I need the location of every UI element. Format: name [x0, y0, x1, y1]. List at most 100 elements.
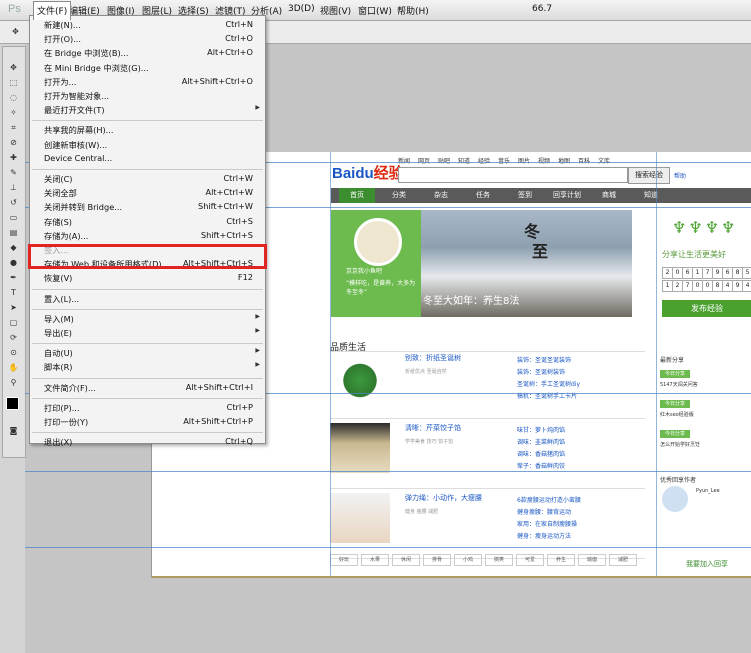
tag-chip[interactable]: 好玩 — [330, 554, 358, 566]
related-link[interactable]: 健身瘦腰：腰背运动 — [517, 507, 571, 516]
type-tool-icon[interactable]: T — [6, 287, 21, 298]
baidu-search-button[interactable]: 搜索经验 — [628, 167, 670, 184]
tag-chip[interactable]: 可爱 — [516, 554, 544, 566]
baidu-help-link[interactable]: 帮助 — [674, 171, 686, 180]
item-title[interactable]: 弹力绳：小动作，大瘦腰 — [405, 493, 482, 503]
related-link[interactable]: 装饰：圣诞树装饰 — [517, 367, 565, 376]
item-title[interactable]: 清晰：芹菜饺子馅 — [405, 423, 461, 433]
move-tool-icon[interactable]: ✥ — [8, 26, 23, 37]
related-link[interactable]: 圣诞树：手工圣诞树diy — [517, 379, 580, 388]
side-text[interactable]: 怎么开始学好烹饪 — [660, 441, 700, 448]
baidu-nav-link[interactable]: 地图 — [558, 156, 570, 165]
side-text[interactable]: 红木seo经验版 — [660, 411, 694, 418]
file-menu-item[interactable]: 存储(S) Ctrl+S — [30, 215, 265, 228]
baidu-nav-link[interactable]: 百科 — [578, 156, 590, 165]
marquee-tool-icon[interactable]: ⬚ — [6, 77, 21, 88]
menu-3d[interactable]: 3D(D) — [288, 4, 315, 14]
related-link[interactable]: 装饰：圣诞圣诞装饰 — [517, 355, 571, 364]
pen-tool-icon[interactable]: ✒ — [6, 272, 21, 283]
file-menu-item[interactable]: 关闭全部 Alt+Ctrl+W — [30, 186, 265, 199]
gradient-tool-icon[interactable]: ▤ — [6, 227, 21, 238]
user-avatar[interactable] — [354, 218, 402, 266]
menu-window[interactable]: 窗口(W) — [358, 4, 392, 17]
baidu-nav-link[interactable]: 音乐 — [498, 156, 510, 165]
baidu-tab[interactable]: 签到 — [507, 190, 543, 201]
3d-rotate-icon[interactable]: ⟳ — [6, 332, 21, 343]
tag-chip[interactable]: 瑜伽 — [578, 554, 606, 566]
related-link[interactable]: 调味：香菇猪肉馅 — [517, 449, 565, 458]
baidu-nav-link[interactable]: 文库 — [598, 156, 610, 165]
baidu-tab[interactable]: 杂志 — [423, 190, 459, 201]
baidu-tab[interactable]: 分类 — [381, 190, 417, 201]
file-menu-item[interactable]: 关闭并转到 Bridge... Shift+Ctrl+W — [30, 200, 265, 213]
tag-chip[interactable]: 小鸡 — [454, 554, 482, 566]
baidu-nav-link[interactable]: 网页 — [418, 156, 430, 165]
related-link[interactable]: 健身：瘦身运动方法 — [517, 531, 571, 540]
banner-caption[interactable]: 冬至大如年：养生8法 — [423, 292, 519, 307]
tag-chip[interactable]: 水果 — [361, 554, 389, 566]
baidu-nav-link[interactable]: 经验 — [478, 156, 490, 165]
shape-tool-icon[interactable]: ▢ — [6, 317, 21, 328]
healing-brush-icon[interactable]: ✚ — [6, 152, 21, 163]
baidu-nav-link[interactable]: 视频 — [538, 156, 550, 165]
author-avatar[interactable] — [662, 486, 688, 512]
related-link[interactable]: 味甘：萝卜炖肉馅 — [517, 425, 565, 434]
file-menu-item[interactable]: 打开(O)... Ctrl+O — [30, 32, 265, 45]
path-select-icon[interactable]: ➤ — [6, 302, 21, 313]
item-thumbnail[interactable] — [330, 353, 390, 403]
related-link[interactable]: 家用：在家自制瘦腰操 — [517, 519, 577, 528]
baidu-tab[interactable]: 任务 — [465, 190, 501, 201]
file-menu-item[interactable]: 脚本(R) ▶ — [30, 360, 265, 373]
related-link[interactable]: 荤子：香菇鲜肉饺 — [517, 461, 565, 470]
file-menu-item[interactable]: 恢复(V) F12 — [30, 271, 265, 284]
tag-chip[interactable]: 排骨 — [423, 554, 451, 566]
lasso-tool-icon[interactable]: ◌ — [6, 92, 21, 103]
item-title[interactable]: 别致：折纸圣诞树 — [405, 353, 461, 363]
file-menu-item[interactable]: 打印(P)... Ctrl+P — [30, 401, 265, 414]
file-menu-item[interactable]: 置入(L)... — [30, 292, 265, 305]
publish-button[interactable]: 发布经验 — [662, 300, 751, 317]
join-link[interactable]: 我要加入回享 — [686, 559, 728, 569]
item-thumbnail[interactable] — [330, 423, 390, 473]
menu-file[interactable]: 文件(F) — [33, 1, 72, 20]
move-tool-icon[interactable]: ✥ — [6, 62, 21, 73]
quick-mask-icon[interactable]: ◙ — [6, 425, 21, 436]
file-menu-item[interactable]: 打印一份(Y) Alt+Shift+Ctrl+P — [30, 415, 265, 428]
baidu-tab[interactable]: 首页 — [339, 188, 375, 203]
brush-tool-icon[interactable]: ✎ — [6, 167, 21, 178]
zoom-level[interactable]: 66.7 — [532, 4, 552, 14]
crop-tool-icon[interactable]: ⌗ — [6, 122, 21, 133]
file-menu-item[interactable]: 最近打开文件(T) ▶ — [30, 103, 265, 116]
baidu-tab[interactable]: 回享计划 — [549, 190, 585, 201]
file-menu-item[interactable]: Device Central... — [30, 152, 265, 165]
file-menu-item[interactable]: 退出(X) Ctrl+Q — [30, 435, 265, 448]
eyedropper-icon[interactable]: ⊘ — [6, 137, 21, 148]
file-menu-item[interactable]: 自动(U) ▶ — [30, 346, 265, 359]
blur-tool-icon[interactable]: ◆ — [6, 242, 21, 253]
author-name[interactable]: Pyun_Lee — [696, 488, 720, 494]
history-brush-icon[interactable]: ↺ — [6, 197, 21, 208]
file-menu-item[interactable]: 共享我的屏幕(H)... — [30, 123, 265, 136]
baidu-tab[interactable]: 知道 — [633, 190, 669, 201]
baidu-nav-link[interactable]: 知道 — [458, 156, 470, 165]
3d-camera-icon[interactable]: ⊙ — [6, 347, 21, 358]
file-menu-item[interactable]: 在 Bridge 中浏览(B)... Alt+Ctrl+O — [30, 46, 265, 59]
file-menu-item[interactable]: 存储为(A)... Shift+Ctrl+S — [30, 229, 265, 242]
menu-help[interactable]: 帮助(H) — [397, 4, 429, 17]
file-menu-item[interactable]: 导入(M) ▶ — [30, 312, 265, 325]
file-menu-item[interactable]: 在 Mini Bridge 中浏览(G)... — [30, 61, 265, 74]
tag-chip[interactable]: 休闲 — [392, 554, 420, 566]
menu-view[interactable]: 视图(V) — [320, 4, 351, 17]
file-menu-item[interactable]: 打开为智能对象... — [30, 89, 265, 102]
item-thumbnail[interactable] — [330, 493, 390, 543]
baidu-tab[interactable]: 商城 — [591, 190, 627, 201]
file-menu-item[interactable]: 打开为... Alt+Shift+Ctrl+O — [30, 75, 265, 88]
file-menu-item[interactable]: 导出(E) ▶ — [30, 326, 265, 339]
zoom-tool-icon[interactable]: ⚲ — [6, 377, 21, 388]
related-link[interactable]: 调味：韭菜鲜肉馅 — [517, 437, 565, 446]
related-link[interactable]: 6款瘦腰运动打造小蛮腰 — [517, 495, 581, 504]
file-menu-item[interactable]: 文件简介(F)... Alt+Shift+Ctrl+I — [30, 381, 265, 394]
tag-chip[interactable]: 养生 — [547, 554, 575, 566]
tag-chip[interactable]: 搞笑 — [485, 554, 513, 566]
clone-stamp-icon[interactable]: ⊥ — [6, 182, 21, 193]
